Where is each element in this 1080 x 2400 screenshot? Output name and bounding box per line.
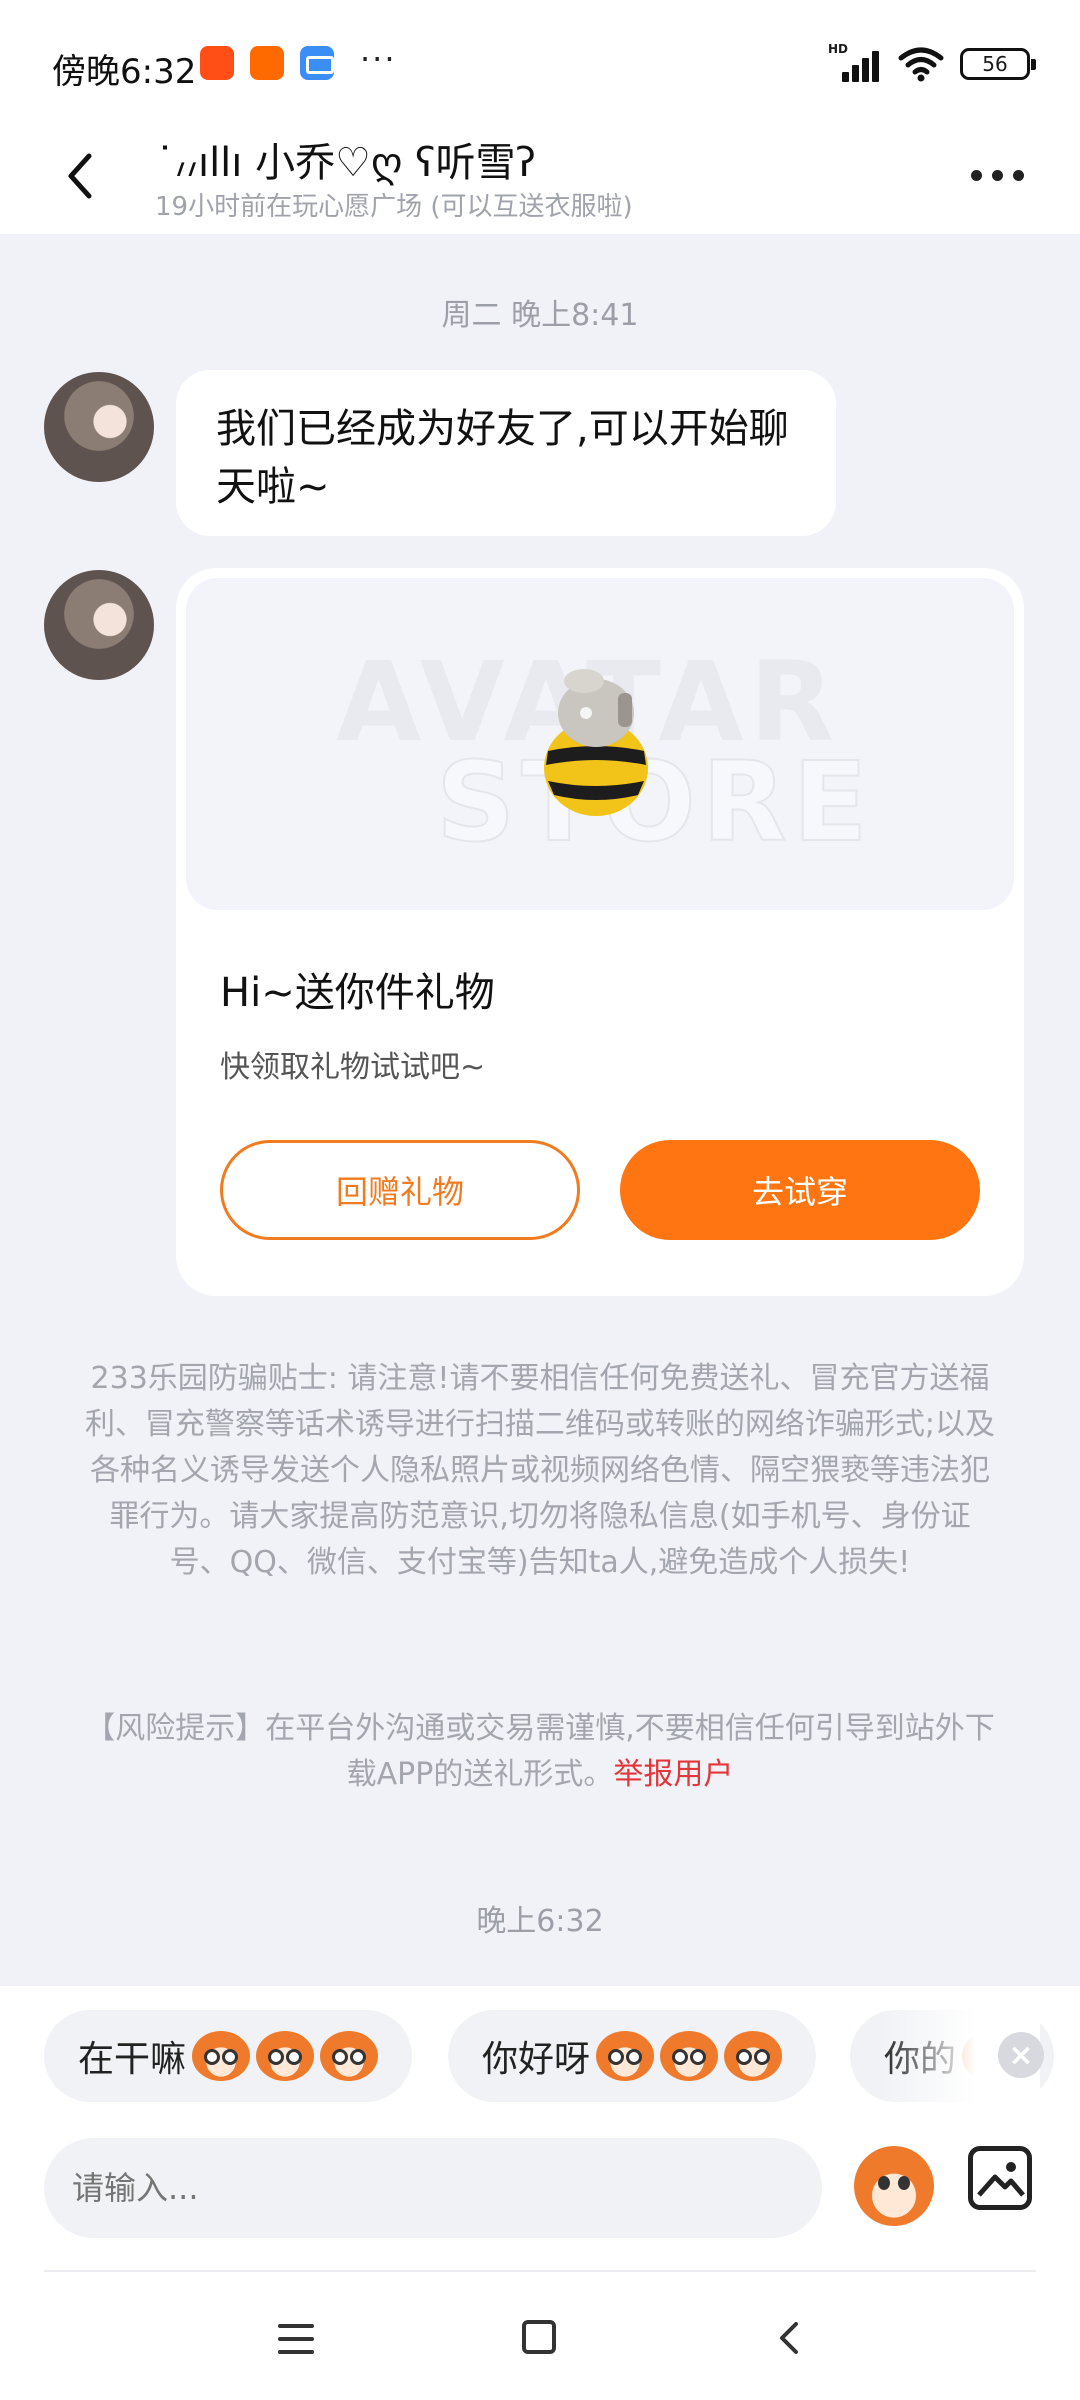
more-notifications-icon: ··· bbox=[360, 40, 397, 78]
battery-icon: 56 bbox=[960, 48, 1036, 80]
chat-title: ˙៸៸ıllı 小乔♡ღ ʕ听雪ʔ bbox=[155, 140, 536, 186]
return-gift-button[interactable]: 回赠礼物 bbox=[220, 1140, 580, 1240]
hd-label: HD bbox=[828, 42, 849, 56]
try-on-button[interactable]: 去试穿 bbox=[620, 1140, 980, 1240]
status-time: 傍晚6:32 bbox=[52, 52, 197, 92]
gift-image: AVATAR STORE bbox=[186, 578, 1014, 910]
mascot-emoji-icon bbox=[320, 2031, 379, 2081]
system-back-button[interactable] bbox=[770, 2318, 810, 2358]
signal-icon: HD bbox=[828, 42, 882, 82]
message-bubble: 我们已经成为好友了,可以开始聊天啦~ bbox=[176, 370, 836, 536]
status-bar: 傍晚6:32 ··· HD 56 bbox=[0, 0, 1080, 130]
dot-icon bbox=[991, 169, 1003, 181]
bee-costume-icon bbox=[544, 669, 648, 816]
status-indicators: HD 56 bbox=[828, 42, 1036, 84]
taobao-icon bbox=[200, 46, 234, 80]
chevron-left-icon bbox=[68, 153, 92, 199]
message-input[interactable] bbox=[44, 2138, 822, 2238]
mascot-emoji-icon bbox=[256, 2031, 315, 2081]
back-button[interactable] bbox=[50, 136, 110, 216]
timestamp: 周二 晚上8:41 bbox=[441, 298, 639, 333]
mascot-emoji-icon bbox=[192, 2031, 251, 2081]
mascot-emoji-icon bbox=[596, 2031, 655, 2081]
system-nav-bar bbox=[0, 2288, 1080, 2400]
quick-replies: 在干嘛 你好呀 你的 × bbox=[0, 2010, 1080, 2102]
close-icon: × bbox=[1008, 2037, 1034, 2073]
quick-reply-chip[interactable]: 你好呀 bbox=[448, 2010, 817, 2102]
risk-notice: 【风险提示】在平台外沟通或交易需谨慎,不要相信任何引导到站外下载APP的送礼形式… bbox=[80, 1706, 1000, 1798]
image-icon bbox=[977, 2162, 1025, 2197]
avatar[interactable] bbox=[44, 570, 154, 680]
chat-header: ˙៸៸ıllı 小乔♡ღ ʕ听雪ʔ 19小时前在玩心愿广场 (可以互送衣服啦) bbox=[0, 130, 1080, 234]
image-picker-button[interactable] bbox=[968, 2146, 1032, 2210]
home-button[interactable] bbox=[522, 2320, 556, 2354]
emoji-picker-button[interactable] bbox=[854, 2146, 934, 2226]
mascot-emoji-icon bbox=[660, 2031, 719, 2081]
gift-title: Hi~送你件礼物 bbox=[220, 970, 495, 1016]
chat-status: 19小时前在玩心愿广场 (可以互送衣服啦) bbox=[155, 192, 633, 222]
quick-reply-text: 你好呀 bbox=[482, 2039, 591, 2080]
timestamp: 晚上6:32 bbox=[476, 1904, 604, 1939]
report-user-link[interactable]: 举报用户 bbox=[613, 1757, 733, 1792]
dot-icon bbox=[970, 169, 982, 181]
quick-reply-chip[interactable]: 在干嘛 bbox=[44, 2010, 413, 2102]
xiaomi-icon bbox=[250, 46, 284, 80]
more-options-button[interactable] bbox=[962, 150, 1032, 200]
recent-apps-button[interactable] bbox=[278, 2324, 314, 2354]
quick-reply-text: 在干嘛 bbox=[78, 2039, 187, 2080]
dot-icon bbox=[1012, 169, 1024, 181]
divider bbox=[44, 2270, 1036, 2272]
wifi-icon bbox=[898, 47, 944, 82]
battery-level: 56 bbox=[982, 52, 1008, 76]
mail-icon bbox=[300, 46, 334, 80]
mascot-emoji-icon bbox=[724, 2031, 783, 2081]
close-quick-replies-button[interactable]: × bbox=[998, 2032, 1044, 2078]
gift-card[interactable]: AVATAR STORE Hi~送你件礼物 快领取礼物试试吧~ 回赠礼物 去试穿 bbox=[176, 568, 1024, 1296]
antifraud-notice: 233乐园防骗贴士: 请注意!请不要相信任何免费送礼、冒充官方送福利、冒充警察等… bbox=[84, 1361, 996, 1580]
avatar[interactable] bbox=[44, 372, 154, 482]
gift-description: 快领取礼物试试吧~ bbox=[220, 1050, 486, 1085]
risk-text: 【风险提示】在平台外沟通或交易需谨慎,不要相信任何引导到站外下载APP的送礼形式… bbox=[85, 1711, 995, 1792]
